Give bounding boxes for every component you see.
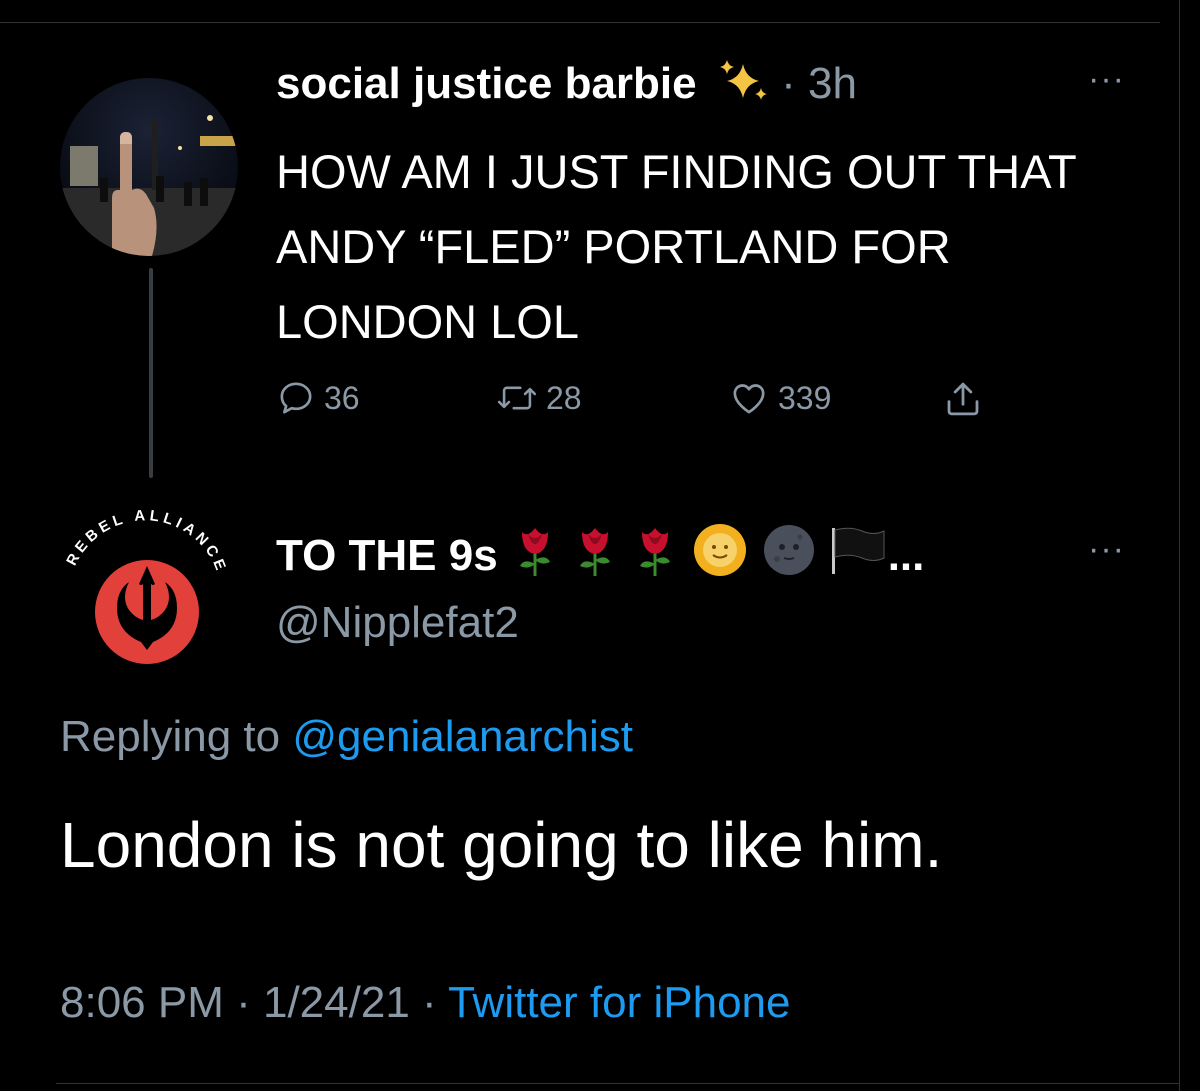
tweet2-more-button[interactable]: ··· [1088,530,1125,569]
replying-prefix: Replying to [60,712,281,761]
rose-icon [572,522,618,589]
tweet2-date[interactable]: 1/24/21 [263,978,410,1027]
tweet2-display-name[interactable]: TO THE 9s [276,531,498,581]
tweet2-handle[interactable]: @Nipplefat2 [276,598,519,648]
avatar-rebel-alliance[interactable]: REBEL ALLIANCE [55,500,235,680]
tweet1-more-button[interactable]: ··· [1088,60,1125,99]
tweet1-timestamp[interactable]: 3h [808,59,857,108]
retweet-button[interactable]: 28 [496,378,582,418]
sun-with-face-icon [692,522,748,589]
tweet1-action-bar: 36 28 339 [276,378,1036,428]
meta-separator: · [409,978,449,1027]
heart-icon [733,384,765,414]
tweet2-metadata: 8:06 PM · 1/24/21 · Twitter for iPhone [60,978,790,1028]
sparkles-icon [717,58,769,115]
retweet-count: 28 [546,379,582,416]
share-icon [947,382,979,416]
tweet1-text: HOW AM I JUST FINDING OUT THAT ANDY “FLE… [276,145,1076,348]
tweet2-source-link[interactable]: Twitter for iPhone [448,978,790,1027]
meta-separator: · [223,978,263,1027]
replying-to-mention-link[interactable]: @genialanarchist [292,712,633,761]
tweet1-header: social justice barbie · 3h [276,58,857,115]
like-button[interactable]: 339 [728,378,831,418]
bottom-divider [56,1083,1180,1084]
tweet2-header: TO THE 9s ... [276,522,924,589]
right-border [1179,0,1180,1091]
new-moon-face-icon [762,523,816,588]
tweet2-time[interactable]: 8:06 PM [60,978,224,1027]
retweet-icon [497,386,537,410]
like-count: 339 [778,379,832,416]
rose-icon [512,522,558,589]
rebel-alliance-logo-icon: REBEL ALLIANCE [63,507,226,664]
tweet2-text: London is not going to like him. [60,809,943,881]
avatar-social-justice-barbie[interactable] [60,78,238,256]
name-ellipsis: ... [887,530,925,580]
rose-icon [632,522,678,589]
reply-button[interactable]: 36 [276,378,360,418]
tweet1-display-name[interactable]: social justice barbie [276,59,697,108]
black-flag-icon [830,524,886,587]
thread-connector-line [149,268,153,478]
reply-icon [280,382,312,414]
share-button[interactable] [942,378,992,420]
tweet1-separator: · [768,59,808,109]
avatar-photo-icon [60,78,238,256]
replying-to-line: Replying to @genialanarchist [60,712,633,762]
reply-count: 36 [324,379,360,416]
top-divider [0,22,1160,23]
